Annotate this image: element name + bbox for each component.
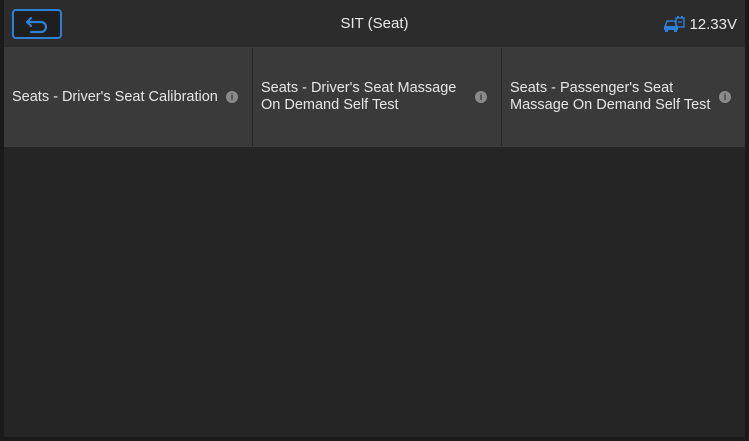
empty-content-area	[4, 147, 745, 437]
info-icon[interactable]: i	[475, 91, 487, 103]
info-icon[interactable]: i	[226, 91, 238, 103]
function-item-passenger-seat-massage-test[interactable]: Seats - Passenger's Seat Massage On Dema…	[502, 48, 745, 146]
function-grid: Seats - Driver's Seat Calibration i Seat…	[4, 48, 745, 147]
voltage-value: 12.33V	[689, 15, 737, 33]
car-battery-icon	[664, 16, 686, 32]
function-label: Seats - Driver's Seat Massage On Demand …	[261, 80, 457, 113]
page-title: SIT (Seat)	[340, 15, 409, 32]
info-icon[interactable]: i	[719, 91, 731, 103]
function-label: Seats - Driver's Seat Calibration	[12, 88, 218, 105]
function-item-driver-seat-massage-test[interactable]: Seats - Driver's Seat Massage On Demand …	[253, 48, 502, 146]
back-button[interactable]	[12, 9, 62, 39]
back-arrow-icon	[25, 16, 48, 34]
voltage-indicator: 12.33V	[663, 0, 737, 48]
function-item-driver-seat-calibration[interactable]: Seats - Driver's Seat Calibration i	[4, 48, 253, 146]
app-frame: SIT (Seat) 12.33V Seats - Driver's Seat …	[0, 0, 749, 441]
function-label: Seats - Passenger's Seat Massage On Dema…	[510, 80, 711, 113]
header-bar: SIT (Seat) 12.33V	[4, 0, 745, 48]
